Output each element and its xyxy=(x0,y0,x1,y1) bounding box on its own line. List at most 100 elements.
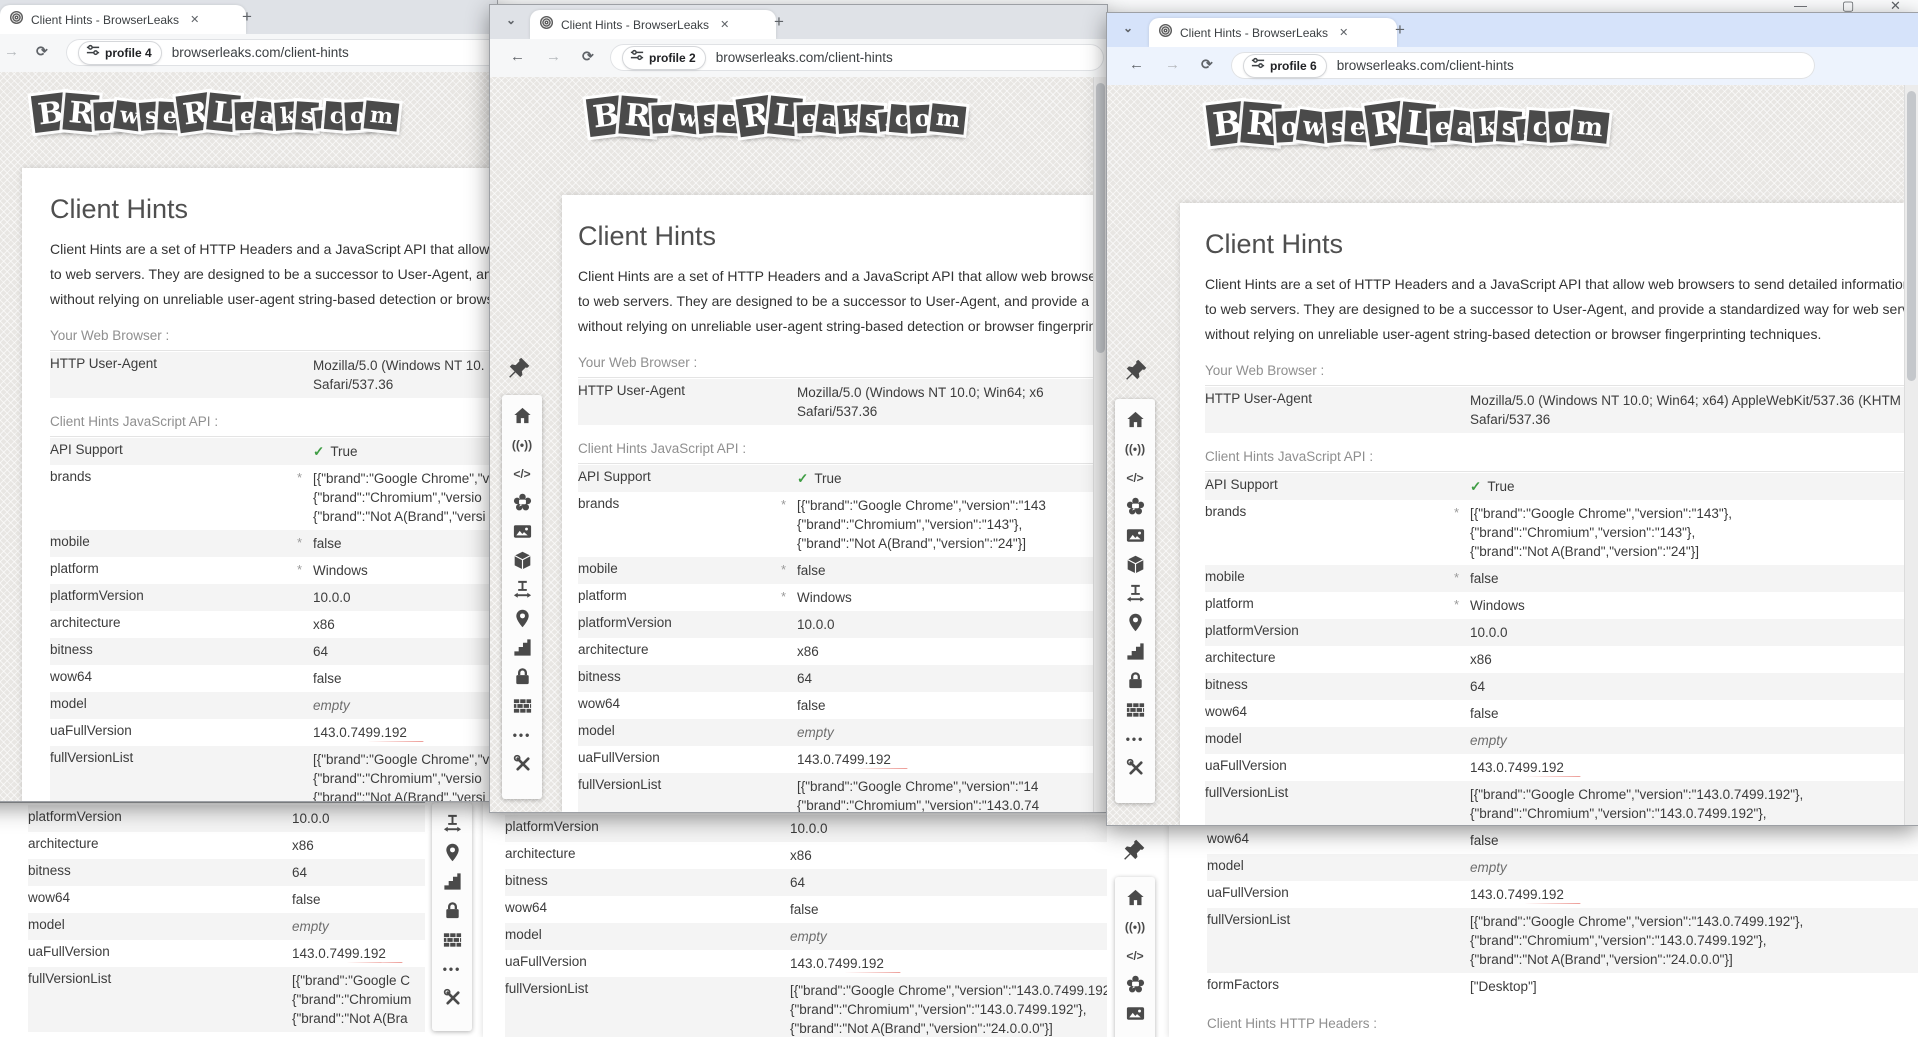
home-icon[interactable] xyxy=(1115,883,1155,912)
asterisk-marker: * xyxy=(781,561,797,580)
geolocation-icon[interactable] xyxy=(432,838,472,867)
pin-icon[interactable] xyxy=(1123,357,1149,383)
image-icon[interactable] xyxy=(502,517,542,546)
maximize-button[interactable]: ▢ xyxy=(1842,0,1854,14)
asterisk-marker: * xyxy=(297,561,313,580)
fingerprint-favicon xyxy=(9,10,24,30)
home-icon[interactable] xyxy=(502,401,542,430)
ssl-lock-icon[interactable] xyxy=(1115,666,1155,695)
section-client-hints-js-api: Client Hints JavaScript API : xyxy=(578,425,1093,464)
tab-close-icon[interactable]: ✕ xyxy=(717,18,732,31)
canvas-icon[interactable] xyxy=(502,488,542,517)
row-label: platform xyxy=(1205,596,1454,615)
table-row: architecturex86 xyxy=(1205,646,1904,673)
url-text[interactable]: browserleaks.com/client-hints xyxy=(172,45,349,60)
font-metrics-icon[interactable] xyxy=(1115,579,1155,608)
code-icon[interactable]: </> xyxy=(502,459,542,488)
scrollbar-thumb[interactable] xyxy=(1096,83,1105,353)
url-text[interactable]: browserleaks.com/client-hints xyxy=(716,50,893,65)
code-icon[interactable]: </> xyxy=(1115,941,1155,970)
home-icon[interactable] xyxy=(1115,405,1155,434)
image-icon[interactable] xyxy=(1115,999,1155,1028)
forward-button[interactable]: → xyxy=(546,48,561,65)
more-icon[interactable]: ••• xyxy=(432,954,472,983)
table-row: wow64false xyxy=(505,896,1107,923)
new-tab-button[interactable]: + xyxy=(774,13,784,30)
browser-table: HTTP User-AgentMozilla/5.0 (Windows NT 1… xyxy=(50,352,497,398)
tab-client-hints[interactable]: Client Hints - BrowserLeaks ✕ xyxy=(1149,18,1397,47)
font-metrics-icon[interactable] xyxy=(432,809,472,838)
back-button[interactable]: ← xyxy=(510,48,525,65)
profile-chip[interactable]: profile 2 xyxy=(622,46,706,70)
cube-icon[interactable] xyxy=(1115,550,1155,579)
row-label: architecture xyxy=(28,836,276,855)
forward-button[interactable]: → xyxy=(4,43,19,60)
tab-client-hints[interactable]: Client Hints - BrowserLeaks ✕ xyxy=(530,10,776,39)
more-icon[interactable]: ••• xyxy=(502,720,542,749)
table-row: mobile*false xyxy=(578,557,1093,584)
image-icon[interactable] xyxy=(1115,521,1155,550)
tab-search-chevron-icon[interactable]: ⌄ xyxy=(506,13,516,27)
broadcast-icon[interactable]: ((•)) xyxy=(1115,434,1155,463)
ssl-lock-icon[interactable] xyxy=(432,896,472,925)
stairs-icon[interactable] xyxy=(1115,637,1155,666)
row-value: false xyxy=(313,669,497,688)
code-icon[interactable]: </> xyxy=(1115,463,1155,492)
address-bar[interactable]: profile 6 browserleaks.com/client-hints xyxy=(1231,52,1815,79)
forward-button[interactable]: → xyxy=(1165,56,1180,73)
browserleaks-logo[interactable]: BRowseRLeaks.com xyxy=(1210,103,1606,144)
profile-chip[interactable]: profile 4 xyxy=(78,41,162,65)
table-row: modelempty xyxy=(1207,854,1918,881)
close-button[interactable]: ✕ xyxy=(1890,0,1901,14)
back-button[interactable]: ← xyxy=(1129,56,1144,73)
row-value: ✓True xyxy=(313,442,497,461)
more-icon[interactable]: ••• xyxy=(1115,724,1155,753)
browserleaks-logo[interactable]: BRowseRLeaks.com xyxy=(35,94,396,131)
tools-icon[interactable] xyxy=(1115,753,1155,782)
reload-button[interactable]: ⟳ xyxy=(582,48,594,65)
asterisk-marker xyxy=(774,954,790,973)
row-value: Mozilla/5.0 (Windows NT 10. xyxy=(313,356,497,375)
row-label: bitness xyxy=(505,873,774,892)
geolocation-icon[interactable] xyxy=(1115,608,1155,637)
new-tab-button[interactable]: + xyxy=(1395,21,1405,38)
broadcast-icon[interactable]: ((•)) xyxy=(502,430,542,459)
tab-close-icon[interactable]: ✕ xyxy=(1336,26,1351,39)
cube-icon[interactable] xyxy=(502,546,542,575)
geolocation-icon[interactable] xyxy=(502,604,542,633)
address-bar[interactable]: profile 2 browserleaks.com/client-hints xyxy=(610,44,1104,71)
row-label: HTTP User-Agent xyxy=(1205,391,1454,429)
new-tab-button[interactable]: + xyxy=(242,8,252,25)
pin-icon[interactable] xyxy=(506,355,532,381)
row-label: mobile xyxy=(578,561,781,580)
row-value: 143.0.7499.192 xyxy=(313,723,497,742)
stairs-icon[interactable] xyxy=(432,867,472,896)
reload-button[interactable]: ⟳ xyxy=(36,43,48,60)
profile-chip[interactable]: profile 6 xyxy=(1243,54,1327,78)
scrollbar-thumb[interactable] xyxy=(1907,91,1916,381)
tab-search-chevron-icon[interactable]: ⌄ xyxy=(1123,21,1133,35)
ssl-lock-icon[interactable] xyxy=(502,662,542,691)
minimize-button[interactable]: — xyxy=(1794,0,1807,13)
tools-icon[interactable] xyxy=(502,749,542,778)
firewall-icon[interactable] xyxy=(502,691,542,720)
tab-close-icon[interactable]: ✕ xyxy=(187,13,202,26)
url-text[interactable]: browserleaks.com/client-hints xyxy=(1337,58,1514,73)
tab-title: Client Hints - BrowserLeaks xyxy=(31,13,179,27)
tab-client-hints[interactable]: Client Hints - BrowserLeaks ✕ xyxy=(0,5,246,34)
firewall-icon[interactable] xyxy=(1115,695,1155,724)
scrollbar[interactable] xyxy=(1093,77,1107,812)
browserleaks-sidebar: ((•))</> ••• xyxy=(1115,399,1155,803)
broadcast-icon[interactable]: ((•)) xyxy=(1115,912,1155,941)
stairs-icon[interactable] xyxy=(502,633,542,662)
browserleaks-logo[interactable]: BRowseRLeaks.com xyxy=(590,97,963,135)
scrollbar[interactable] xyxy=(1904,85,1918,825)
font-metrics-icon[interactable] xyxy=(502,575,542,604)
tools-icon[interactable] xyxy=(432,983,472,1012)
address-bar[interactable]: profile 4 browserleaks.com/client-hints xyxy=(66,39,497,66)
pin-icon[interactable] xyxy=(1121,837,1147,863)
canvas-icon[interactable] xyxy=(1115,492,1155,521)
canvas-icon[interactable] xyxy=(1115,970,1155,999)
firewall-icon[interactable] xyxy=(432,925,472,954)
reload-button[interactable]: ⟳ xyxy=(1201,56,1213,73)
